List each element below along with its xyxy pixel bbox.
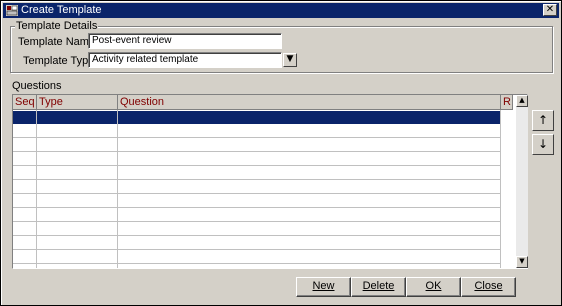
create-template-dialog: Create Template ✕ Template Details Templ… bbox=[0, 0, 562, 306]
table-row[interactable] bbox=[13, 223, 501, 236]
template-name-label: Template Name bbox=[18, 36, 96, 48]
app-icon bbox=[6, 5, 18, 16]
close-window-button[interactable]: ✕ bbox=[543, 4, 557, 16]
template-details-legend: Template Details bbox=[15, 20, 99, 32]
close-button[interactable]: Close bbox=[461, 277, 516, 297]
template-type-label: Template Type bbox=[23, 55, 95, 67]
column-header-question[interactable]: Question bbox=[118, 95, 501, 110]
table-row[interactable] bbox=[13, 167, 501, 180]
grid-header: Seq Type Question R bbox=[13, 95, 513, 110]
down-arrow-icon: ↓ bbox=[537, 137, 549, 151]
column-header-type[interactable]: Type bbox=[37, 95, 118, 110]
close-icon: ✕ bbox=[545, 4, 555, 15]
questions-grid[interactable]: Seq Type Question R bbox=[12, 94, 528, 269]
template-type-dropdown-button[interactable]: ▼ bbox=[283, 53, 297, 67]
column-divider bbox=[36, 110, 37, 268]
questions-scrollbar[interactable]: ▲ ▼ bbox=[516, 95, 528, 268]
questions-label: Questions bbox=[12, 80, 62, 92]
up-arrow-icon: ↑ bbox=[537, 113, 549, 127]
move-question-up-button[interactable]: ↑ bbox=[532, 110, 554, 131]
template-type-select[interactable]: Activity related template bbox=[88, 52, 282, 68]
scroll-up-button[interactable]: ▲ bbox=[516, 95, 528, 107]
arrow-up-icon: ▲ bbox=[519, 96, 525, 104]
move-question-down-button[interactable]: ↓ bbox=[532, 134, 554, 155]
title-bar[interactable]: Create Template ✕ bbox=[3, 3, 559, 18]
table-row[interactable] bbox=[13, 237, 501, 250]
chevron-down-icon: ▼ bbox=[286, 54, 294, 64]
ok-button[interactable]: OK bbox=[406, 277, 461, 297]
table-row[interactable] bbox=[13, 111, 501, 124]
table-row[interactable] bbox=[13, 153, 501, 166]
table-row[interactable] bbox=[13, 195, 501, 208]
scroll-down-button[interactable]: ▼ bbox=[516, 256, 528, 268]
table-row[interactable] bbox=[13, 209, 501, 222]
column-divider bbox=[117, 110, 118, 268]
table-row[interactable] bbox=[13, 139, 501, 152]
table-row[interactable] bbox=[13, 125, 501, 138]
table-row[interactable] bbox=[13, 251, 501, 264]
template-name-input[interactable]: Post-event review bbox=[88, 33, 282, 49]
arrow-down-icon: ▼ bbox=[519, 257, 525, 265]
window-title: Create Template bbox=[21, 4, 102, 16]
column-header-r[interactable]: R bbox=[501, 95, 513, 110]
column-divider bbox=[500, 110, 501, 268]
table-row[interactable] bbox=[13, 181, 501, 194]
new-button[interactable]: New bbox=[296, 277, 351, 297]
delete-button[interactable]: Delete bbox=[351, 277, 406, 297]
column-header-seq[interactable]: Seq bbox=[13, 95, 37, 110]
